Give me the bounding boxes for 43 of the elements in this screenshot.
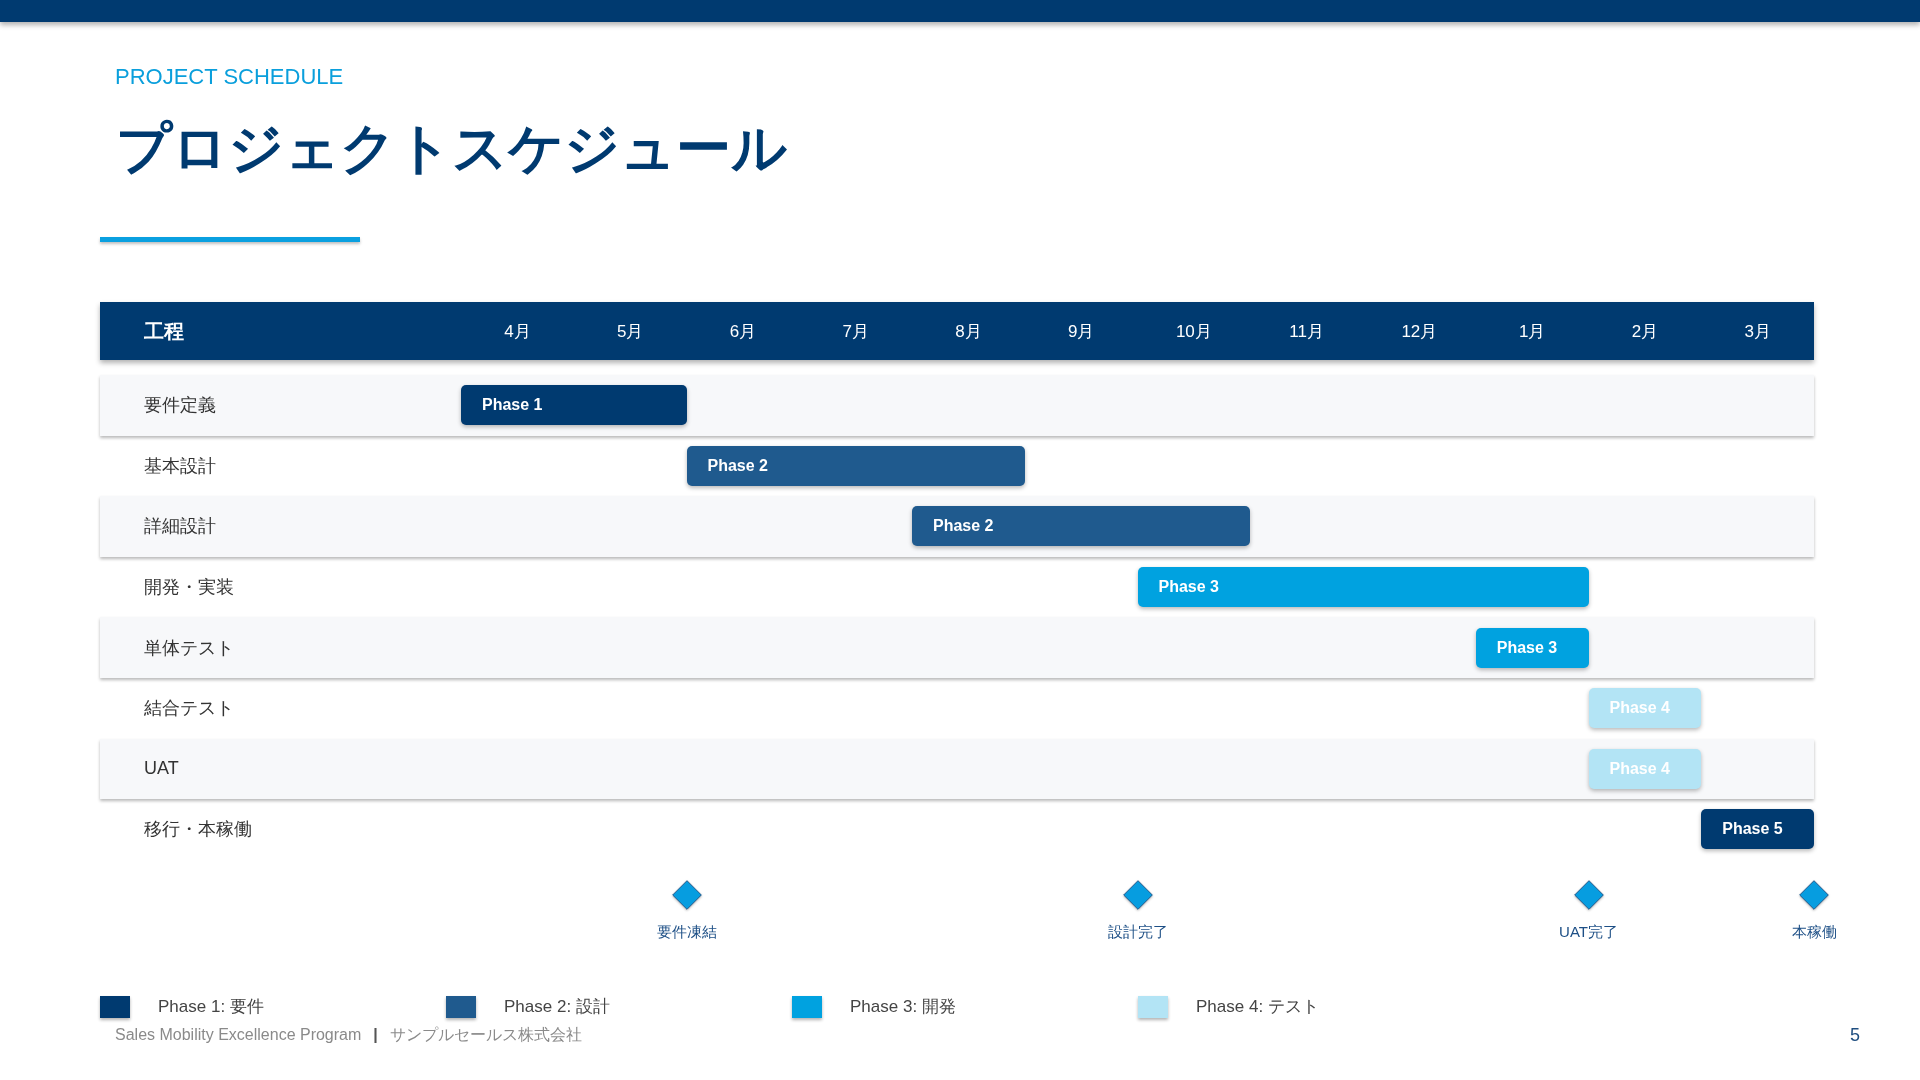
month-label: 5月 <box>616 320 644 343</box>
month-label: 1月 <box>1518 320 1546 343</box>
phase-bar: Phase 4 <box>1588 748 1702 789</box>
phase-bar: Phase 2 <box>686 445 1025 486</box>
task-name: UAT <box>143 758 179 780</box>
milestone-label: UAT完了 <box>1559 921 1618 942</box>
month-label: 6月 <box>729 320 757 343</box>
phase-bar: Phase 3 <box>1475 627 1589 668</box>
task-name: 結合テスト <box>143 697 234 721</box>
legend-label: Phase 1: 要件 <box>158 996 264 1017</box>
task-name: 開発・実装 <box>143 576 234 600</box>
month-label: 7月 <box>842 320 869 343</box>
legend-label: Phase 3: 開発 <box>850 996 956 1017</box>
milestone-label: 要件凍結 <box>656 921 717 942</box>
page-number: 5 <box>1850 1023 1860 1046</box>
milestone-label: 本稼働 <box>1791 921 1837 942</box>
month-label: 10月 <box>1175 320 1212 343</box>
phase-bar: Phase 1 <box>461 385 687 426</box>
footer-separator: | <box>373 1024 378 1045</box>
slide-title: プロジェクトスケジュール <box>116 116 787 181</box>
section-eyebrow: PROJECT SCHEDULE <box>115 64 344 90</box>
month-label: 9月 <box>1067 320 1095 343</box>
month-label: 11月 <box>1289 320 1324 343</box>
task-name: 要件定義 <box>143 394 216 418</box>
month-label: 2月 <box>1631 320 1659 343</box>
task-name: 基本設計 <box>143 454 216 478</box>
milestone-label: 設計完了 <box>1107 921 1168 942</box>
footer-program: Sales Mobility Excellence Program <box>115 1024 362 1045</box>
phase-bar: Phase 3 <box>1137 567 1589 608</box>
month-label: 3月 <box>1744 320 1771 343</box>
month-label: 8月 <box>955 320 982 343</box>
phase-bar: Phase 5 <box>1701 809 1814 850</box>
legend-label: Phase 4: テスト <box>1196 996 1319 1017</box>
task-name: 単体テスト <box>143 636 234 660</box>
column-header: 工程 <box>143 318 184 344</box>
month-label: 4月 <box>504 320 531 343</box>
footer-company: サンプルセールス株式会社 <box>389 1024 582 1045</box>
task-name: 詳細設計 <box>143 515 216 539</box>
month-label: 12月 <box>1401 320 1438 343</box>
task-name: 移行・本稼働 <box>143 818 252 842</box>
phase-bar: Phase 2 <box>912 506 1251 547</box>
legend-label: Phase 2: 設計 <box>504 996 610 1017</box>
phase-bar: Phase 4 <box>1588 688 1702 729</box>
